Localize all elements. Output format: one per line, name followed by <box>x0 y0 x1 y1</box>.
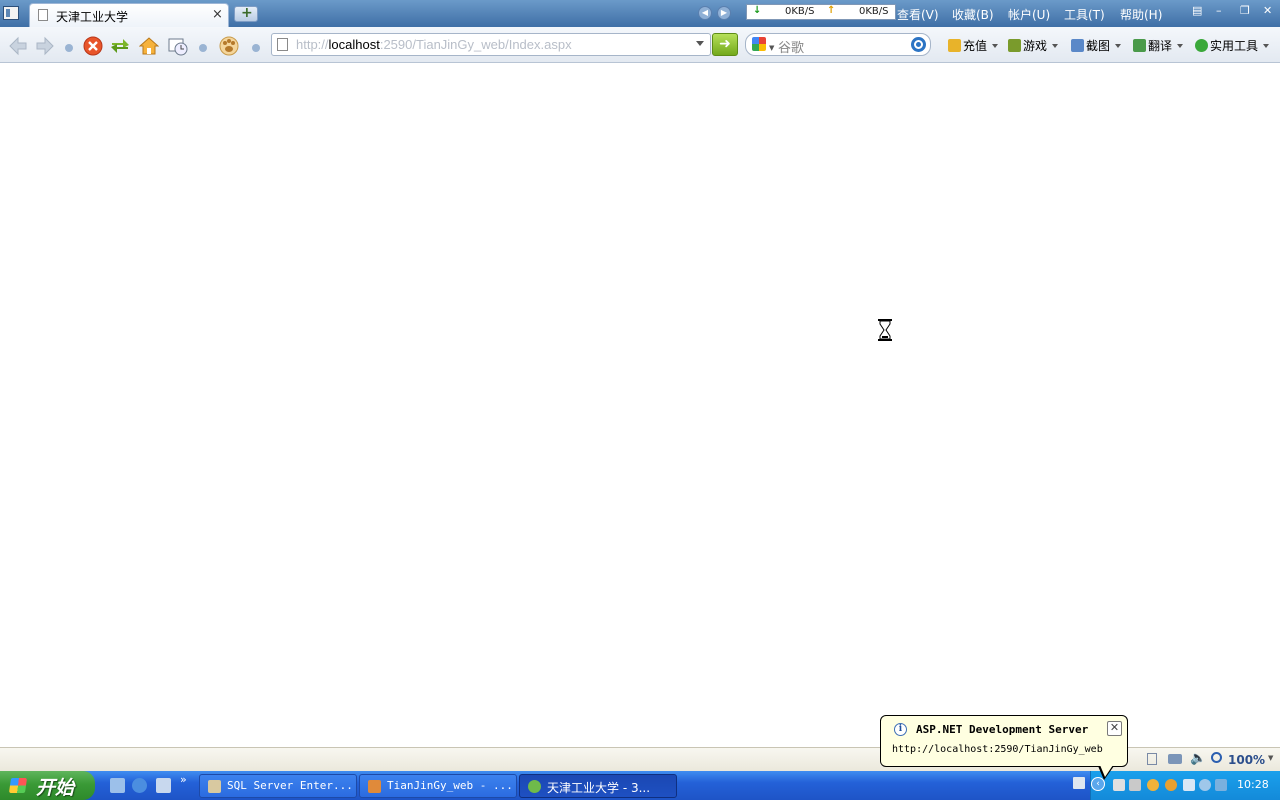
paw-icon[interactable] <box>219 36 239 56</box>
keyboard-icon[interactable] <box>1073 777 1085 789</box>
tool-recharge[interactable]: 充值 <box>948 37 999 55</box>
search-box[interactable]: ▼ 谷歌 <box>745 33 931 56</box>
notification-balloon[interactable]: i ASP.NET Development Server http://loca… <box>880 715 1128 767</box>
minimize-icon[interactable]: – <box>1216 4 1222 17</box>
page-icon <box>277 38 288 51</box>
go-button[interactable]: ➜ <box>712 33 738 56</box>
visual-studio-icon <box>368 780 381 793</box>
server-tray-icon[interactable] <box>1113 779 1125 791</box>
prev-icon[interactable]: ◀ <box>698 6 712 20</box>
menu-help[interactable]: 帮助(H) <box>1120 6 1162 23</box>
page-content <box>0 63 1280 747</box>
tool-games[interactable]: 游戏 <box>1008 37 1059 55</box>
browser-icon <box>528 780 541 793</box>
history-dropdown-icon[interactable] <box>65 44 73 52</box>
back-icon[interactable] <box>8 36 28 56</box>
app-menu-icon[interactable] <box>3 6 19 20</box>
task-sql-server[interactable]: SQL Server Enter... <box>199 774 357 798</box>
page-icon <box>38 9 48 21</box>
download-speed: 0KB/S <box>785 6 815 17</box>
task-browser[interactable]: 天津工业大学 - 3... <box>519 774 677 798</box>
balloon-title: ASP.NET Development Server <box>916 723 1089 736</box>
tab-title: 天津工业大学 <box>56 10 129 24</box>
tool-screenshot[interactable]: 截图 <box>1071 37 1122 55</box>
balloon-text: http://localhost:2590/TianJinGy_web <box>892 744 1103 755</box>
title-bar: 天津工业大学 × ◀ ▶ ↓ 0KB/S ↑ 0KB/S 查看(V) 收藏(B)… <box>0 0 1280 27</box>
forward-icon[interactable] <box>35 36 55 56</box>
home-icon[interactable] <box>139 36 159 56</box>
page-status-icon[interactable] <box>1147 753 1157 765</box>
coin-icon <box>948 39 961 52</box>
close-window-icon[interactable]: ✕ <box>1263 4 1272 17</box>
volume-icon[interactable]: 🔈 <box>1190 751 1206 766</box>
ie-quicklaunch-icon[interactable] <box>132 778 147 793</box>
display-tray-icon[interactable] <box>1129 779 1141 791</box>
menu-view[interactable]: 查看(V) <box>897 6 939 23</box>
tab-active[interactable]: 天津工业大学 × <box>29 3 229 27</box>
info-icon: i <box>894 723 907 736</box>
task-visual-studio[interactable]: TianJinGy_web - ... <box>359 774 517 798</box>
google-icon[interactable] <box>752 37 766 51</box>
windows-flag-icon <box>8 778 28 793</box>
refresh-icon[interactable] <box>110 36 130 56</box>
next-icon[interactable]: ▶ <box>717 6 731 20</box>
zoom-dropdown-icon[interactable]: ▼ <box>1268 754 1273 762</box>
start-button[interactable]: 开始 <box>0 771 95 800</box>
new-tab-button[interactable] <box>234 5 258 22</box>
stop-icon[interactable] <box>83 36 103 56</box>
hourglass-cursor-icon <box>878 319 892 341</box>
restore-dropdown-icon[interactable] <box>199 44 207 52</box>
sql-server-icon <box>208 780 221 793</box>
clock: 10:28 <box>1237 778 1269 791</box>
balloon-tail-inner <box>1100 765 1113 777</box>
system-tray: ‹ 10:28 <box>1073 771 1280 800</box>
restore-closed-icon[interactable] <box>168 36 188 56</box>
game-icon <box>1008 39 1021 52</box>
network-tray-icon[interactable] <box>1183 779 1195 791</box>
address-dropdown-icon[interactable] <box>696 41 704 46</box>
download-arrow-icon: ↓ <box>753 5 762 16</box>
engine-dropdown-icon[interactable]: ▼ <box>769 44 774 52</box>
show-desktop-icon[interactable] <box>110 778 125 793</box>
security-tray-icon[interactable] <box>1199 779 1211 791</box>
address-bar[interactable]: http://localhost:2590/TianJinGy_web/Inde… <box>271 33 711 56</box>
skin-icon[interactable]: ▤ <box>1192 4 1202 17</box>
tab-close-icon[interactable]: × <box>212 7 223 22</box>
zoom-icon[interactable] <box>1211 752 1222 763</box>
search-input[interactable]: 谷歌 <box>778 37 804 56</box>
tool-translate[interactable]: 翻译 <box>1133 37 1184 55</box>
paw-dropdown-icon[interactable] <box>252 44 260 52</box>
balloon-close-icon[interactable]: ✕ <box>1107 721 1122 736</box>
qq-tray-icon[interactable] <box>1147 779 1159 791</box>
plus-icon <box>1195 39 1208 52</box>
quicklaunch-more-icon[interactable]: » <box>180 773 187 786</box>
screenshot-icon <box>1071 39 1084 52</box>
address-url[interactable]: http://localhost:2590/TianJinGy_web/Inde… <box>296 37 572 52</box>
upload-arrow-icon: ↑ <box>827 5 836 16</box>
upload-speed: 0KB/S <box>859 6 889 17</box>
tool-utilities[interactable]: 实用工具 <box>1195 37 1270 55</box>
start-label: 开始 <box>36 777 75 799</box>
menu-account[interactable]: 帐户(U) <box>1008 6 1050 23</box>
network-icon[interactable] <box>1168 754 1182 764</box>
toolbar: http://localhost:2590/TianJinGy_web/Inde… <box>0 27 1280 63</box>
menu-favorites[interactable]: 收藏(B) <box>952 6 994 23</box>
restore-icon[interactable]: ❐ <box>1240 4 1250 17</box>
menu-tools[interactable]: 工具(T) <box>1064 6 1105 23</box>
volume-tray-icon[interactable] <box>1215 779 1227 791</box>
search-icon[interactable] <box>911 37 926 52</box>
qq2-tray-icon[interactable] <box>1165 779 1177 791</box>
speed-monitor: ↓ 0KB/S ↑ 0KB/S <box>746 4 896 20</box>
taskbar: 开始 » SQL Server Enter... TianJinGy_web -… <box>0 771 1280 800</box>
zoom-level[interactable]: 100% <box>1228 753 1265 767</box>
notepad-quicklaunch-icon[interactable] <box>156 778 171 793</box>
translate-icon <box>1133 39 1146 52</box>
